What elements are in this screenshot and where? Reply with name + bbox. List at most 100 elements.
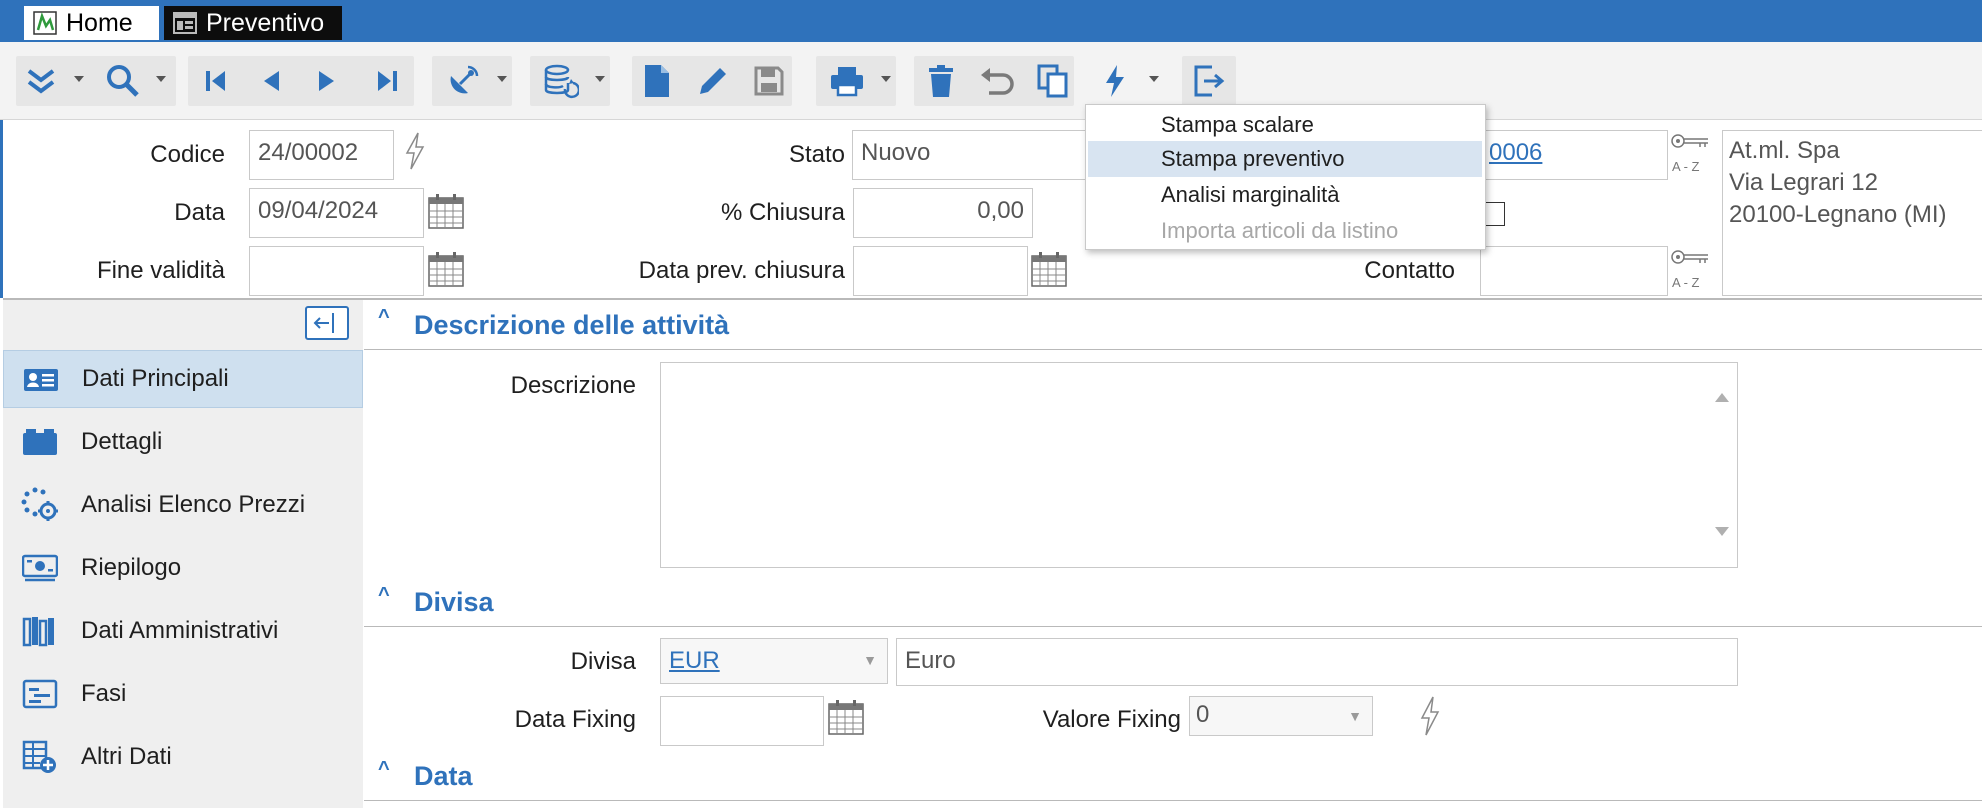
collapse-sidebar-button[interactable]: [305, 306, 349, 340]
calendar-icon: [428, 252, 464, 287]
divisa-dropdown-arrow[interactable]: ▼: [853, 641, 887, 679]
actions-button[interactable]: [1090, 56, 1140, 106]
descrizione-section-line: [364, 349, 1982, 350]
trash-icon: [929, 65, 953, 97]
caret-down-icon: [497, 76, 507, 82]
next-record-button[interactable]: [302, 56, 352, 106]
undo-button[interactable]: [972, 56, 1022, 106]
tab-preventivo[interactable]: Preventivo: [164, 6, 342, 40]
divisa-code-link[interactable]: EUR: [669, 647, 720, 674]
scroll-up-icon[interactable]: [1715, 389, 1729, 407]
sidebar-item-label: Analisi Elenco Prezzi: [81, 491, 306, 518]
address-line-2: Via Legrari 12: [1729, 169, 1878, 196]
caret-down-icon: [595, 76, 605, 82]
data-prev-chiusura-field[interactable]: [853, 246, 1028, 296]
tab-preventivo-label: Preventivo: [206, 8, 325, 37]
descrizione-textarea[interactable]: [660, 362, 1738, 568]
data-field[interactable]: 09/04/2024: [249, 188, 424, 238]
valore-fixing-generate-button[interactable]: [1416, 694, 1444, 738]
cliente-code-field[interactable]: 0006: [1480, 130, 1668, 180]
divisa-label: Divisa: [570, 648, 636, 675]
double-chevron-down-icon: [27, 69, 55, 94]
key-az-icon: A - Z: [1671, 250, 1708, 290]
tab-home[interactable]: Home: [24, 6, 159, 40]
print-button[interactable]: [822, 56, 872, 106]
new-document-button[interactable]: [632, 56, 682, 106]
satellite-caret[interactable]: [495, 72, 509, 86]
menu-item-importa-articoli: Importa articoli da listino: [1161, 218, 1399, 243]
save-button[interactable]: [744, 56, 794, 106]
cliente-lookup-button[interactable]: A - Z: [1668, 130, 1714, 176]
actions-caret[interactable]: [1147, 72, 1161, 86]
expand-all-button[interactable]: [16, 56, 66, 106]
data-fixing-calendar-button[interactable]: [826, 696, 866, 738]
search-button[interactable]: [98, 56, 148, 106]
expand-all-caret[interactable]: [72, 72, 86, 86]
delete-button[interactable]: [916, 56, 966, 106]
sidebar-item-dati-amministrativi[interactable]: Dati Amministrativi: [3, 602, 363, 660]
exit-button[interactable]: [1184, 56, 1234, 106]
pencil-icon: [700, 68, 726, 94]
codice-field[interactable]: 24/00002: [249, 130, 394, 180]
sidebar: Dati Principali Dettagli Analisi Elenco …: [3, 300, 363, 808]
sidebar-item-riepilogo[interactable]: Riepilogo: [3, 539, 363, 597]
previous-icon: [264, 71, 279, 91]
data-section-title[interactable]: Data: [414, 761, 473, 792]
cliente-code-link[interactable]: 0006: [1489, 139, 1542, 166]
chiusura-field[interactable]: 0,00: [853, 188, 1033, 238]
cliente-address: At.ml. Spa Via Legrari 12 20100-Legnano …: [1722, 130, 1982, 296]
descrizione-section-title[interactable]: Descrizione delle attività: [414, 310, 729, 341]
stato-field[interactable]: Nuovo: [852, 130, 1092, 180]
data-fixing-field[interactable]: [660, 696, 824, 746]
caret-down-icon: [881, 76, 891, 82]
menu-item-analisi-marginalita[interactable]: Analisi marginalità: [1086, 177, 1485, 213]
fine-validita-calendar-button[interactable]: [426, 248, 466, 290]
sidebar-item-dati-principali[interactable]: Dati Principali: [3, 350, 363, 408]
data-prev-calendar-button[interactable]: [1029, 248, 1069, 290]
scroll-down-icon[interactable]: [1715, 523, 1729, 541]
data-calendar-button[interactable]: [426, 190, 466, 232]
caret-down-icon: [156, 76, 166, 82]
sidebar-item-label: Riepilogo: [81, 554, 182, 581]
print-caret[interactable]: [879, 72, 893, 86]
contatto-field[interactable]: [1480, 246, 1668, 296]
books-icon: [21, 615, 59, 647]
divisa-combo[interactable]: EUR ▼: [660, 638, 888, 684]
sidebar-item-analisi-elenco-prezzi[interactable]: Analisi Elenco Prezzi: [3, 476, 363, 534]
lightning-icon: [1106, 65, 1124, 97]
divisa-collapse-chevron[interactable]: ^: [378, 584, 390, 607]
data-collapse-chevron[interactable]: ^: [378, 758, 390, 781]
sidebar-item-fasi[interactable]: Fasi: [3, 665, 363, 723]
descrizione-collapse-chevron[interactable]: ^: [378, 306, 390, 329]
divisa-section-title[interactable]: Divisa: [414, 587, 494, 618]
satellite-button[interactable]: [438, 56, 488, 106]
fine-validita-field[interactable]: [249, 246, 424, 296]
tab-home-label: Home: [66, 8, 133, 37]
first-record-button[interactable]: [191, 56, 241, 106]
data-section-line: [364, 800, 1982, 801]
edit-button[interactable]: [688, 56, 738, 106]
fine-validita-label: Fine validità: [96, 257, 225, 284]
last-record-button[interactable]: [362, 56, 412, 106]
descrizione-label: Descrizione: [510, 372, 636, 399]
valore-fixing-dropdown-arrow[interactable]: ▼: [1338, 697, 1372, 735]
satellite-dish-icon: [450, 65, 479, 94]
calendar-icon: [428, 194, 464, 229]
search-caret[interactable]: [154, 72, 168, 86]
calendar-icon: [828, 700, 864, 735]
previous-record-button[interactable]: [246, 56, 296, 106]
codice-generate-button[interactable]: [400, 130, 430, 172]
contatto-lookup-button[interactable]: A - Z: [1668, 246, 1714, 292]
database-refresh-button[interactable]: [536, 56, 586, 106]
sidebar-item-dettagli[interactable]: Dettagli: [3, 413, 363, 471]
id-card-icon: [22, 364, 60, 396]
menu-item-stampa-scalare[interactable]: Stampa scalare: [1086, 107, 1485, 143]
dots-gear-icon: [21, 487, 59, 521]
sidebar-item-label: Dati Principali: [82, 365, 229, 392]
menu-item-stampa-preventivo[interactable]: Stampa preventivo: [1088, 141, 1482, 177]
flag-checkbox[interactable]: [1484, 200, 1506, 228]
copy-button[interactable]: [1028, 56, 1078, 106]
database-caret[interactable]: [593, 72, 607, 86]
valore-fixing-combo[interactable]: 0 ▼: [1189, 696, 1373, 736]
sidebar-item-altri-dati[interactable]: Altri Dati: [3, 728, 363, 786]
